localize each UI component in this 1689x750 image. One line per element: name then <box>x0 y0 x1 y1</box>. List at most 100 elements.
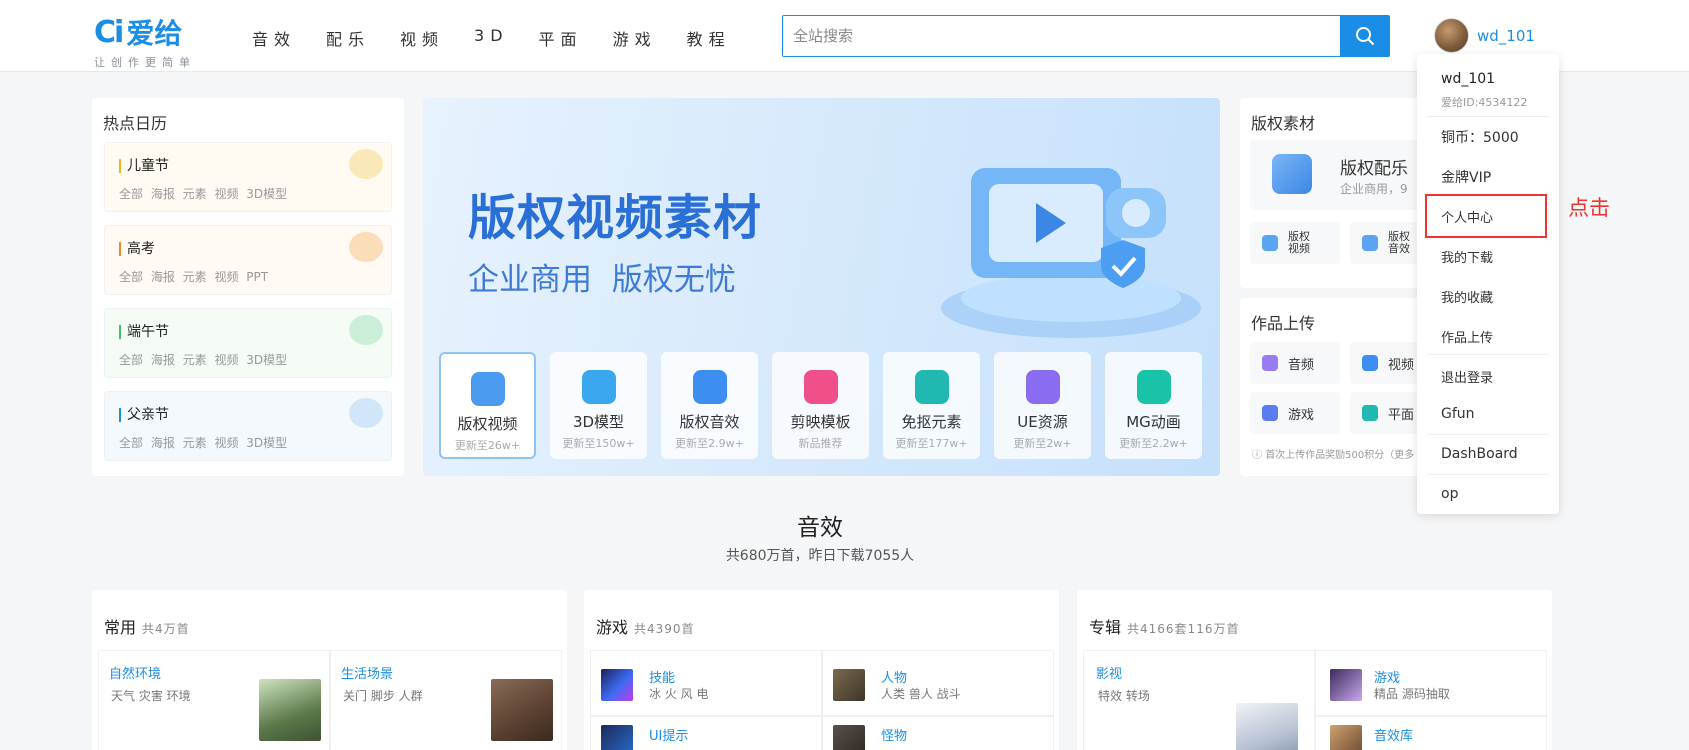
game-album-thumbnail <box>1330 669 1362 701</box>
nav-graphic[interactable]: 平面 <box>539 26 583 50</box>
sfx-card-name[interactable]: 影视 <box>1096 663 1122 682</box>
hot-item-childrens-day[interactable]: 儿童节 全部 海报 元素 视频 3D模型 <box>104 142 392 212</box>
audio-icon <box>1262 355 1278 371</box>
category-copyright-video[interactable]: 版权视频 更新至26w+ <box>439 352 536 459</box>
menu-logout[interactable]: 退出登录 <box>1441 367 1493 386</box>
menu-dashboard[interactable]: DashBoard <box>1441 446 1518 462</box>
nav-tutorial[interactable]: 教程 <box>687 26 731 50</box>
sfx-card-skill[interactable]: 技能 冰 火 风 电 <box>590 650 822 716</box>
sfx-card-name[interactable]: 人物 <box>881 667 907 686</box>
category-title: 免抠元素 <box>901 413 962 431</box>
footsteps-thumbnail <box>491 679 553 741</box>
category-mg-animation[interactable]: MG动画 更新至2.2w+ <box>1105 352 1202 459</box>
column-title-text: 常用 <box>104 618 137 637</box>
speaker-shield-icon <box>692 370 727 404</box>
hot-item-tags[interactable]: 全部 海报 元素 视频 3D模型 <box>119 351 287 368</box>
nav-video[interactable]: 视频 <box>400 26 444 50</box>
hot-item-gaokao[interactable]: 高考 全部 海报 元素 视频 PPT <box>104 225 392 295</box>
film-thumbnail <box>1236 703 1298 750</box>
menu-gfun[interactable]: Gfun <box>1441 406 1475 422</box>
sfx-card-ui[interactable]: UI提示 <box>590 716 822 750</box>
category-capcut-template[interactable]: 剪映模板 新品推荐 <box>772 352 869 459</box>
mini-label: 音频 <box>1288 357 1315 373</box>
menu-gold-vip[interactable]: 金牌VIP <box>1441 167 1491 187</box>
sfx-card-name[interactable]: 游戏 <box>1374 667 1400 686</box>
hot-item-name: 高考 <box>119 242 155 256</box>
category-sub: 更新至2.2w+ <box>1119 437 1188 450</box>
category-sub: 新品推荐 <box>798 437 843 450</box>
copyright-video-button[interactable]: 版权视频 <box>1250 222 1340 264</box>
pencil-icon <box>349 232 383 262</box>
nav-music[interactable]: 配乐 <box>326 26 370 50</box>
category-ue-resources[interactable]: UE资源 更新至2w+ <box>994 352 1091 459</box>
monitor-play-icon <box>1136 370 1171 404</box>
sfx-card-name[interactable]: UI提示 <box>649 725 688 744</box>
nav-game[interactable]: 游戏 <box>613 26 657 50</box>
sfx-card-name[interactable]: 生活场景 <box>341 663 393 682</box>
hot-item-tags[interactable]: 全部 海报 元素 视频 PPT <box>119 268 268 285</box>
hot-item-fathers-day[interactable]: 父亲节 全部 海报 元素 视频 3D模型 <box>104 391 392 461</box>
sfx-card-tags: 天气 灾害 环境 <box>111 689 191 703</box>
ui-thumbnail <box>601 725 633 750</box>
sfx-card-game-album[interactable]: 游戏 精品 源码抽取 <box>1315 650 1547 716</box>
site-logo[interactable]: Ci 爱给 让创作更简单 <box>94 12 214 70</box>
mini-label: 游戏 <box>1288 407 1315 423</box>
divider <box>1427 116 1549 117</box>
upload-note-text: 首次上传作品奖励500积分（更多 <box>1265 450 1415 461</box>
hot-item-tags[interactable]: 全部 海报 元素 视频 3D模型 <box>119 185 287 202</box>
video-icon <box>1262 235 1278 251</box>
gamepad-icon <box>1262 405 1278 421</box>
category-cutout-elements[interactable]: 免抠元素 更新至177w+ <box>883 352 980 459</box>
search-input[interactable] <box>783 16 1340 56</box>
category-title: 剪映模板 <box>790 413 851 431</box>
sfx-card-character[interactable]: 人物 人类 兽人 战斗 <box>822 650 1054 716</box>
sfx-card-name[interactable]: 自然环境 <box>109 663 161 682</box>
sfx-card-nature[interactable]: 自然环境 天气 灾害 环境 <box>98 650 330 750</box>
promo-banner[interactable]: 版权视频素材 企业商用 版权无忧 版权视频 更新至26w+ 3D模型 更新至15… <box>423 98 1220 476</box>
unreal-icon <box>1025 370 1060 404</box>
sfx-card-name[interactable]: 怪物 <box>881 725 907 744</box>
dropdown-username: wd_101 <box>1441 71 1496 87</box>
upload-audio-button[interactable]: 音频 <box>1250 342 1340 384</box>
upload-note: ⓘ 首次上传作品奖励500积分（更多 <box>1252 450 1415 461</box>
sfx-card-name[interactable]: 技能 <box>649 667 675 686</box>
sfx-card-library[interactable]: 音效库 <box>1315 716 1547 750</box>
menu-upload-works[interactable]: 作品上传 <box>1441 327 1493 346</box>
column-game: 游戏 共4390首 技能 冰 火 风 电 人物 人类 兽人 战斗 UI提示 怪物 <box>584 590 1059 750</box>
user-menu-trigger[interactable]: wd_101 <box>1434 18 1535 53</box>
section-subtitle: 共680万首，昨日下载7055人 <box>725 548 915 564</box>
column-title-text: 专辑 <box>1089 618 1122 637</box>
sfx-card-life[interactable]: 生活场景 关门 脚步 人群 <box>330 650 562 750</box>
column-title: 专辑 共4166套116万首 <box>1089 614 1239 638</box>
hat-icon <box>349 398 383 428</box>
avatar[interactable] <box>1434 18 1469 53</box>
sfx-card-monster[interactable]: 怪物 <box>822 716 1054 750</box>
video-play-icon <box>470 372 505 406</box>
nav-sound-effects[interactable]: 音效 <box>252 26 296 50</box>
column-count: 共4万首 <box>142 622 190 636</box>
menu-coins[interactable]: 铜币：5000 <box>1441 127 1519 147</box>
sfx-card-name[interactable]: 音效库 <box>1374 725 1413 744</box>
menu-op[interactable]: op <box>1441 486 1458 502</box>
hot-item-tags[interactable]: 全部 海报 元素 视频 3D模型 <box>119 434 287 451</box>
header-username[interactable]: wd_101 <box>1477 27 1535 45</box>
monster-thumbnail <box>833 725 865 750</box>
hot-calendar-panel: 热点日历 儿童节 全部 海报 元素 视频 3D模型 高考 全部 海报 元素 视频… <box>92 98 404 476</box>
sfx-card-film[interactable]: 影视 特效 转场 <box>1083 650 1315 750</box>
upload-game-button[interactable]: 游戏 <box>1250 392 1340 434</box>
column-common: 常用 共4万首 自然环境 天气 灾害 环境 生活场景 关门 脚步 人群 <box>92 590 567 750</box>
music-shield-icon <box>1272 154 1312 194</box>
forest-thumbnail <box>259 679 321 741</box>
nav-3d[interactable]: 3D <box>474 26 509 50</box>
leaf-icon <box>349 315 383 345</box>
copyright-title: 版权素材 <box>1251 114 1316 133</box>
search-button[interactable] <box>1340 16 1389 56</box>
hot-item-dragon-boat[interactable]: 端午节 全部 海报 元素 视频 3D模型 <box>104 308 392 378</box>
category-copyright-sfx[interactable]: 版权音效 更新至2.9w+ <box>661 352 758 459</box>
hot-item-name: 端午节 <box>119 325 169 339</box>
menu-my-favorites[interactable]: 我的收藏 <box>1441 287 1493 306</box>
category-3d-model[interactable]: 3D模型 更新至150w+ <box>550 352 647 459</box>
video-3d-illustration-icon <box>941 168 1201 338</box>
menu-my-downloads[interactable]: 我的下载 <box>1441 247 1493 266</box>
sound-icon <box>1362 235 1378 251</box>
